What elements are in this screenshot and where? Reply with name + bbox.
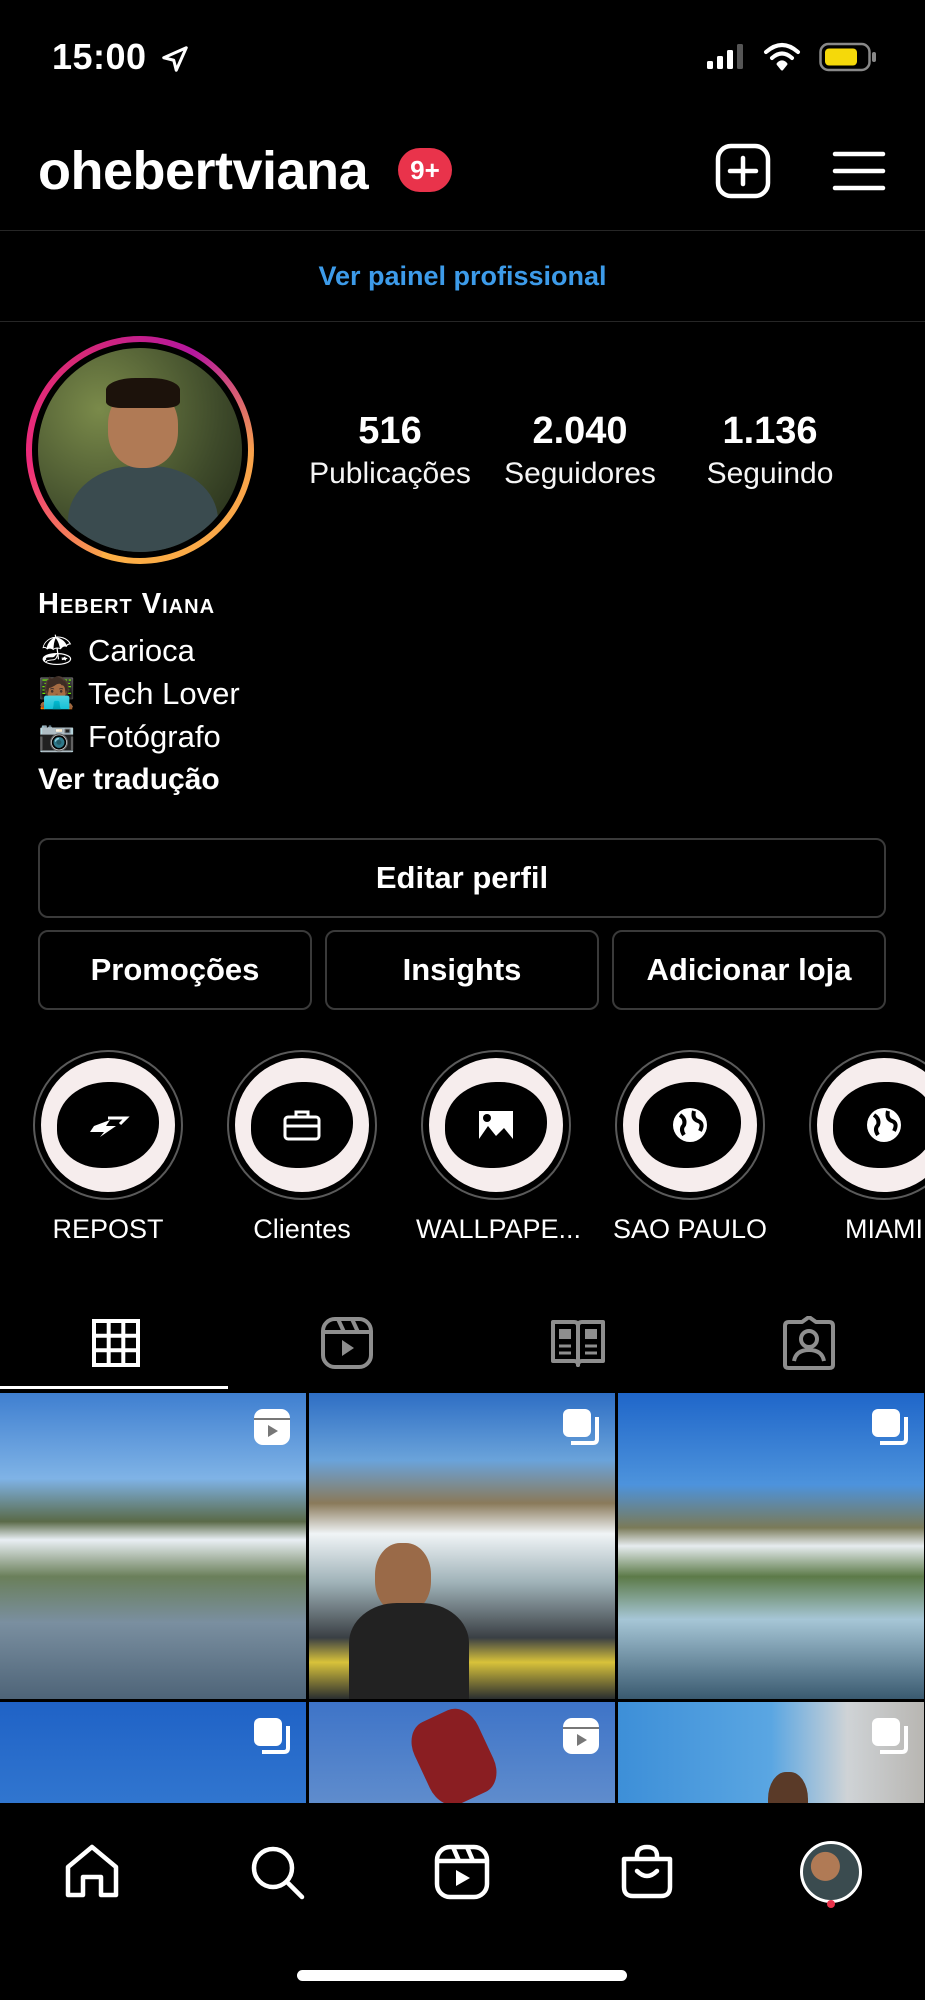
carousel-icon (563, 1409, 599, 1445)
bio-line: 🧑🏾‍💻 Tech Lover (38, 672, 738, 715)
stat-value: 2.040 (532, 410, 628, 452)
tab-posts-grid[interactable] (0, 1300, 231, 1386)
professional-dashboard-link[interactable]: Ver painel profissional (0, 231, 925, 321)
highlight-miami[interactable]: MIAMI (804, 1050, 925, 1245)
highlight-repost[interactable]: REPOST (28, 1050, 188, 1245)
tab-tagged[interactable] (693, 1300, 924, 1386)
stat-label: Seguidores (504, 457, 656, 490)
highlight-wallpaper[interactable]: WALLPAPE... (416, 1050, 582, 1245)
profile-header: ohebertviana 9+ (0, 120, 925, 230)
profile-stats: 516 Publicações 2.040 Seguidores 1.136 S… (300, 410, 860, 491)
stat-followers[interactable]: 2.040 Seguidores (490, 410, 670, 491)
bio-text: Tech Lover (88, 676, 240, 711)
profile-bio: Hebert Viana 🏖 Carioca 🧑🏾‍💻 Tech Lover 📷… (38, 588, 738, 801)
profile-avatar[interactable] (26, 336, 254, 564)
battery-icon (819, 42, 876, 72)
reels-icon (254, 1409, 290, 1445)
wallpaper-icon (478, 1111, 513, 1139)
highlight-sao-paulo[interactable]: SAO PAULO (610, 1050, 770, 1245)
username-switcher[interactable]: ohebertviana (38, 140, 369, 202)
story-highlights: REPOST Clientes WALLPAPE... SAO PAULO MI… (0, 1050, 925, 1250)
carousel-icon (254, 1718, 290, 1754)
add-shop-button[interactable]: Adicionar loja (612, 930, 886, 1010)
tagged-person-icon (782, 1316, 835, 1370)
display-name: Hebert Viana (38, 588, 216, 620)
promotions-button[interactable]: Promoções (38, 930, 312, 1010)
repost-arrow-icon (89, 1116, 130, 1137)
highlight-label: SAO PAULO (612, 1214, 768, 1244)
beach-umbrella-icon: 🏖 (38, 634, 77, 667)
camera-icon: 📷 (38, 720, 76, 753)
highlight-label: WALLPAPE... (416, 1214, 582, 1244)
home-icon (65, 1844, 119, 1898)
insights-button[interactable]: Insights (325, 930, 599, 1010)
location-arrow-icon (162, 46, 188, 72)
stat-label: Seguindo (706, 457, 834, 490)
search-icon (251, 1846, 305, 1900)
stat-value: 1.136 (722, 410, 818, 452)
dashboard-divider (0, 321, 925, 322)
bio-line: 🏖 Carioca (38, 629, 738, 672)
edit-profile-button[interactable]: Editar perfil (38, 838, 886, 918)
profile-photo (38, 348, 242, 552)
status-time: 15:00 (52, 36, 147, 77)
globe-icon (866, 1108, 901, 1142)
stat-posts[interactable]: 516 Publicações (300, 410, 480, 491)
guide-icon (550, 1320, 605, 1367)
status-indicators (705, 42, 877, 72)
grid-icon (91, 1319, 140, 1367)
stat-label: Publicações (309, 457, 471, 490)
posts-grid (0, 1393, 925, 1803)
highlight-label: REPOST (52, 1214, 164, 1244)
tab-reels[interactable] (231, 1300, 462, 1386)
bio-line: 📷 Fotógrafo (38, 715, 738, 758)
profile-avatar (800, 1841, 862, 1903)
notification-badge[interactable]: 9+ (398, 148, 452, 192)
highlight-label: Clientes (253, 1214, 351, 1244)
post-tile[interactable] (309, 1702, 615, 1803)
cellular-signal-icon (707, 44, 743, 69)
home-indicator[interactable] (297, 1970, 627, 1981)
globe-icon (672, 1108, 707, 1142)
post-tile[interactable] (0, 1702, 306, 1803)
active-tab-indicator (0, 1386, 228, 1389)
bio-text: Fotógrafo (88, 719, 221, 754)
see-translation-link[interactable]: Ver tradução (38, 758, 738, 801)
reels-icon (434, 1844, 490, 1900)
stat-following[interactable]: 1.136 Seguindo (680, 410, 860, 491)
technologist-icon: 🧑🏾‍💻 (38, 677, 76, 710)
nav-search[interactable] (242, 1837, 312, 1907)
status-bar: 15:00 (0, 0, 925, 120)
create-post-icon[interactable] (714, 142, 772, 200)
bio-text: Carioca (88, 633, 195, 668)
post-tile[interactable] (618, 1393, 924, 1699)
stat-value: 516 (358, 410, 422, 452)
nav-profile[interactable] (796, 1837, 866, 1907)
post-tile[interactable] (618, 1702, 924, 1803)
post-tile[interactable] (309, 1393, 615, 1699)
shopping-bag-icon (621, 1844, 673, 1899)
carousel-icon (872, 1409, 908, 1445)
post-tile[interactable] (0, 1393, 306, 1699)
nav-shop[interactable] (612, 1837, 682, 1907)
nav-home[interactable] (57, 1837, 127, 1907)
menu-icon[interactable] (830, 142, 888, 200)
briefcase-icon (283, 1110, 321, 1141)
profile-notification-dot (827, 1900, 835, 1908)
reels-icon (320, 1317, 373, 1369)
carousel-icon (872, 1718, 908, 1754)
profile-tabs (0, 1300, 925, 1390)
nav-reels[interactable] (427, 1837, 497, 1907)
highlight-label: MIAMI (845, 1214, 923, 1244)
reels-icon (563, 1718, 599, 1754)
tab-guides[interactable] (462, 1300, 693, 1386)
highlight-clientes[interactable]: Clientes (222, 1050, 382, 1245)
wifi-icon (764, 43, 800, 71)
